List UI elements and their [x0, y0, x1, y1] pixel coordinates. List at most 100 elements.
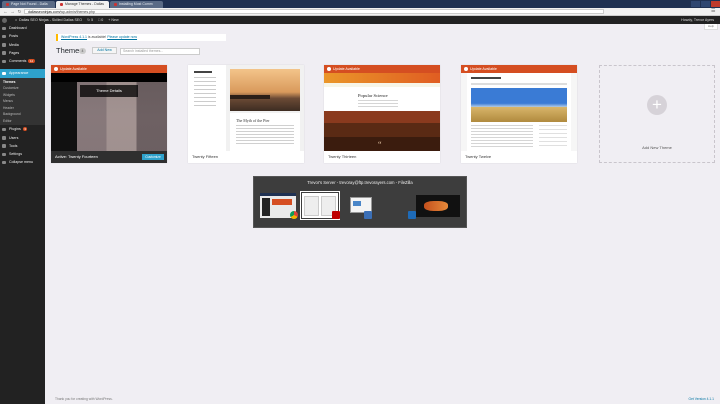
- update-icon: [327, 67, 331, 71]
- tab-label: Page Not Found - Dalla: [11, 2, 48, 6]
- theme-card-twenty-thirteen[interactable]: Update Available Popular Science “ Twent…: [324, 65, 440, 163]
- theme-name: Twenty Twelve: [465, 154, 492, 159]
- howdy-text: Howdy, Trevor Ayers: [681, 18, 714, 22]
- sidebar-item-label: Users: [9, 135, 19, 140]
- update-now-link[interactable]: Please update now: [107, 35, 137, 39]
- add-new-theme-card[interactable]: + Add New Theme: [599, 65, 715, 163]
- window-controls: [690, 0, 720, 8]
- theme-card-twenty-fifteen[interactable]: The Myth of the Pier Twenty Fifteen: [188, 65, 304, 163]
- theme-name-bar: Twenty Thirteen: [324, 151, 440, 163]
- sidebar-item-label: Posts: [9, 34, 18, 39]
- add-new-button[interactable]: Add New: [92, 47, 117, 54]
- site-name: Dallas SEO Ninjas - Skilled Dallas SEO: [19, 18, 83, 22]
- sidebar-item-media[interactable]: Media: [0, 41, 45, 49]
- sidebar-item-label: Comments: [9, 59, 27, 64]
- sidebar-item-dashboard[interactable]: Dashboard: [0, 24, 45, 32]
- theme-card-twenty-twelve[interactable]: Update Available Twenty Twelve: [461, 65, 577, 163]
- browser-tab-active[interactable]: Manage Themes - Dallas: [56, 1, 109, 8]
- plugins-badge: 3: [22, 127, 28, 132]
- back-arrow-icon[interactable]: ←: [3, 9, 8, 14]
- footer-version-link[interactable]: Get Version 4.1.1: [689, 397, 714, 401]
- site-name-link[interactable]: ⌂ Dallas SEO Ninjas - Skilled Dallas SEO: [15, 18, 82, 22]
- sidebar-item-label: Collapse menu: [9, 160, 33, 165]
- comments-link[interactable]: □ 0: [98, 18, 103, 22]
- browser-menu-icon[interactable]: ☰: [711, 9, 716, 14]
- theme-card-twenty-fourteen[interactable]: Update Available Theme Details Active: T…: [51, 65, 167, 163]
- sidebar-item-label: Plugins: [9, 127, 21, 132]
- pin-icon: [2, 34, 6, 39]
- reload-icon[interactable]: ↻: [17, 9, 22, 14]
- plugin-icon: [2, 127, 6, 132]
- pier-photo: [230, 69, 300, 111]
- theme-details-button[interactable]: Theme Details: [80, 85, 138, 97]
- wp-admin-bar: ⌂ Dallas SEO Ninjas - Skilled Dallas SEO …: [0, 16, 720, 24]
- sidebar-item-settings[interactable]: Settings: [0, 150, 45, 158]
- notice-text: is available!: [87, 35, 108, 39]
- sidebar-item-users[interactable]: Users: [0, 134, 45, 142]
- submenu-editor[interactable]: Editor: [0, 118, 45, 125]
- update-available-banner[interactable]: Update Available: [324, 65, 440, 73]
- minimize-button[interactable]: [691, 1, 700, 7]
- url-input[interactable]: dallasseoninjas.com/wp-admin/themes.php: [24, 8, 604, 15]
- forward-arrow-icon[interactable]: →: [10, 9, 15, 14]
- sidebar-item-label: Media: [9, 42, 19, 47]
- tab-label: Manage Themes - Dallas: [65, 2, 105, 6]
- sidebar-collapse[interactable]: Collapse menu: [0, 158, 45, 166]
- favicon-icon: [6, 2, 9, 6]
- help-tab[interactable]: Help: [704, 24, 718, 30]
- theme-screenshot[interactable]: Update Available Theme Details: [51, 65, 167, 151]
- sidebar-item-label: Tools: [9, 143, 18, 148]
- update-available-banner[interactable]: Update Available: [461, 65, 577, 73]
- search-themes-input[interactable]: Search installed themes...: [120, 48, 200, 55]
- theme-count-badge: 4: [79, 47, 86, 54]
- maximize-button[interactable]: [701, 1, 710, 7]
- admin-sidebar: Dashboard Posts Media Pages Comments 12 A…: [0, 24, 45, 404]
- new-content-link[interactable]: + New: [108, 18, 118, 22]
- wordpress-version-link[interactable]: WordPress 4.1.1: [61, 35, 87, 39]
- update-icon: [54, 67, 58, 71]
- browser-tab[interactable]: Installing Most Comm: [110, 1, 163, 8]
- browser-tab[interactable]: Page Not Found - Dalla: [2, 1, 55, 8]
- theme-screenshot[interactable]: Update Available: [461, 65, 577, 151]
- media-icon: [2, 43, 6, 47]
- wp-logo-button[interactable]: [2, 17, 10, 23]
- close-window-button[interactable]: [711, 1, 720, 7]
- sidebar-item-comments[interactable]: Comments 12: [0, 57, 45, 65]
- sidebar-item-label: Dashboard: [9, 26, 27, 30]
- plus-icon: +: [647, 95, 667, 115]
- update-label: Update Available: [470, 67, 497, 71]
- chrome-app-icon: [290, 211, 298, 219]
- collapse-icon: [2, 160, 6, 165]
- address-bar: ← → ↻ dallasseoninjas.com/wp-admin/theme…: [0, 8, 720, 16]
- plus-icon: +: [108, 18, 111, 22]
- theme-screenshot[interactable]: Update Available Popular Science “: [324, 65, 440, 151]
- sidebar-item-label: Pages: [9, 50, 20, 55]
- update-icon: [464, 67, 468, 71]
- sample-post-title: Popular Science: [358, 93, 388, 98]
- sidebar-item-posts[interactable]: Posts: [0, 32, 45, 40]
- updates-link[interactable]: ↻ 5: [87, 18, 93, 22]
- update-available-banner[interactable]: Update Available: [51, 65, 167, 73]
- updates-count: 5: [91, 18, 94, 22]
- theme-screenshot[interactable]: The Myth of the Pier: [188, 65, 304, 151]
- theme-name: Twenty Thirteen: [328, 154, 357, 159]
- account-menu[interactable]: Howdy, Trevor Ayers: [681, 18, 714, 22]
- wrench-icon: [2, 144, 6, 148]
- filezilla-app-icon: [332, 211, 340, 219]
- dashboard-icon: [2, 26, 6, 30]
- theme-name-bar: Twenty Fifteen: [188, 151, 304, 163]
- theme-name: Twenty Fifteen: [192, 154, 219, 159]
- theme-name-bar: Active: Twenty Fourteen Customize: [51, 151, 167, 163]
- sidebar-item-appearance[interactable]: Appearance: [0, 69, 45, 78]
- sidebar-item-tools[interactable]: Tools: [0, 142, 45, 150]
- url-host: dallasseoninjas.com: [28, 9, 60, 14]
- theme-name: Active: Twenty Fourteen: [55, 154, 98, 159]
- add-new-theme-label: Add New Theme: [642, 145, 672, 150]
- sidebar-item-plugins[interactable]: Plugins 3: [0, 125, 45, 133]
- sidebar-item-pages[interactable]: Pages: [0, 49, 45, 57]
- updates-icon: ↻: [87, 18, 91, 22]
- window-thumbnail-video[interactable]: [416, 195, 460, 217]
- update-label: Update Available: [333, 67, 360, 71]
- comment-icon: [2, 59, 6, 64]
- customize-button[interactable]: Customize: [142, 154, 164, 160]
